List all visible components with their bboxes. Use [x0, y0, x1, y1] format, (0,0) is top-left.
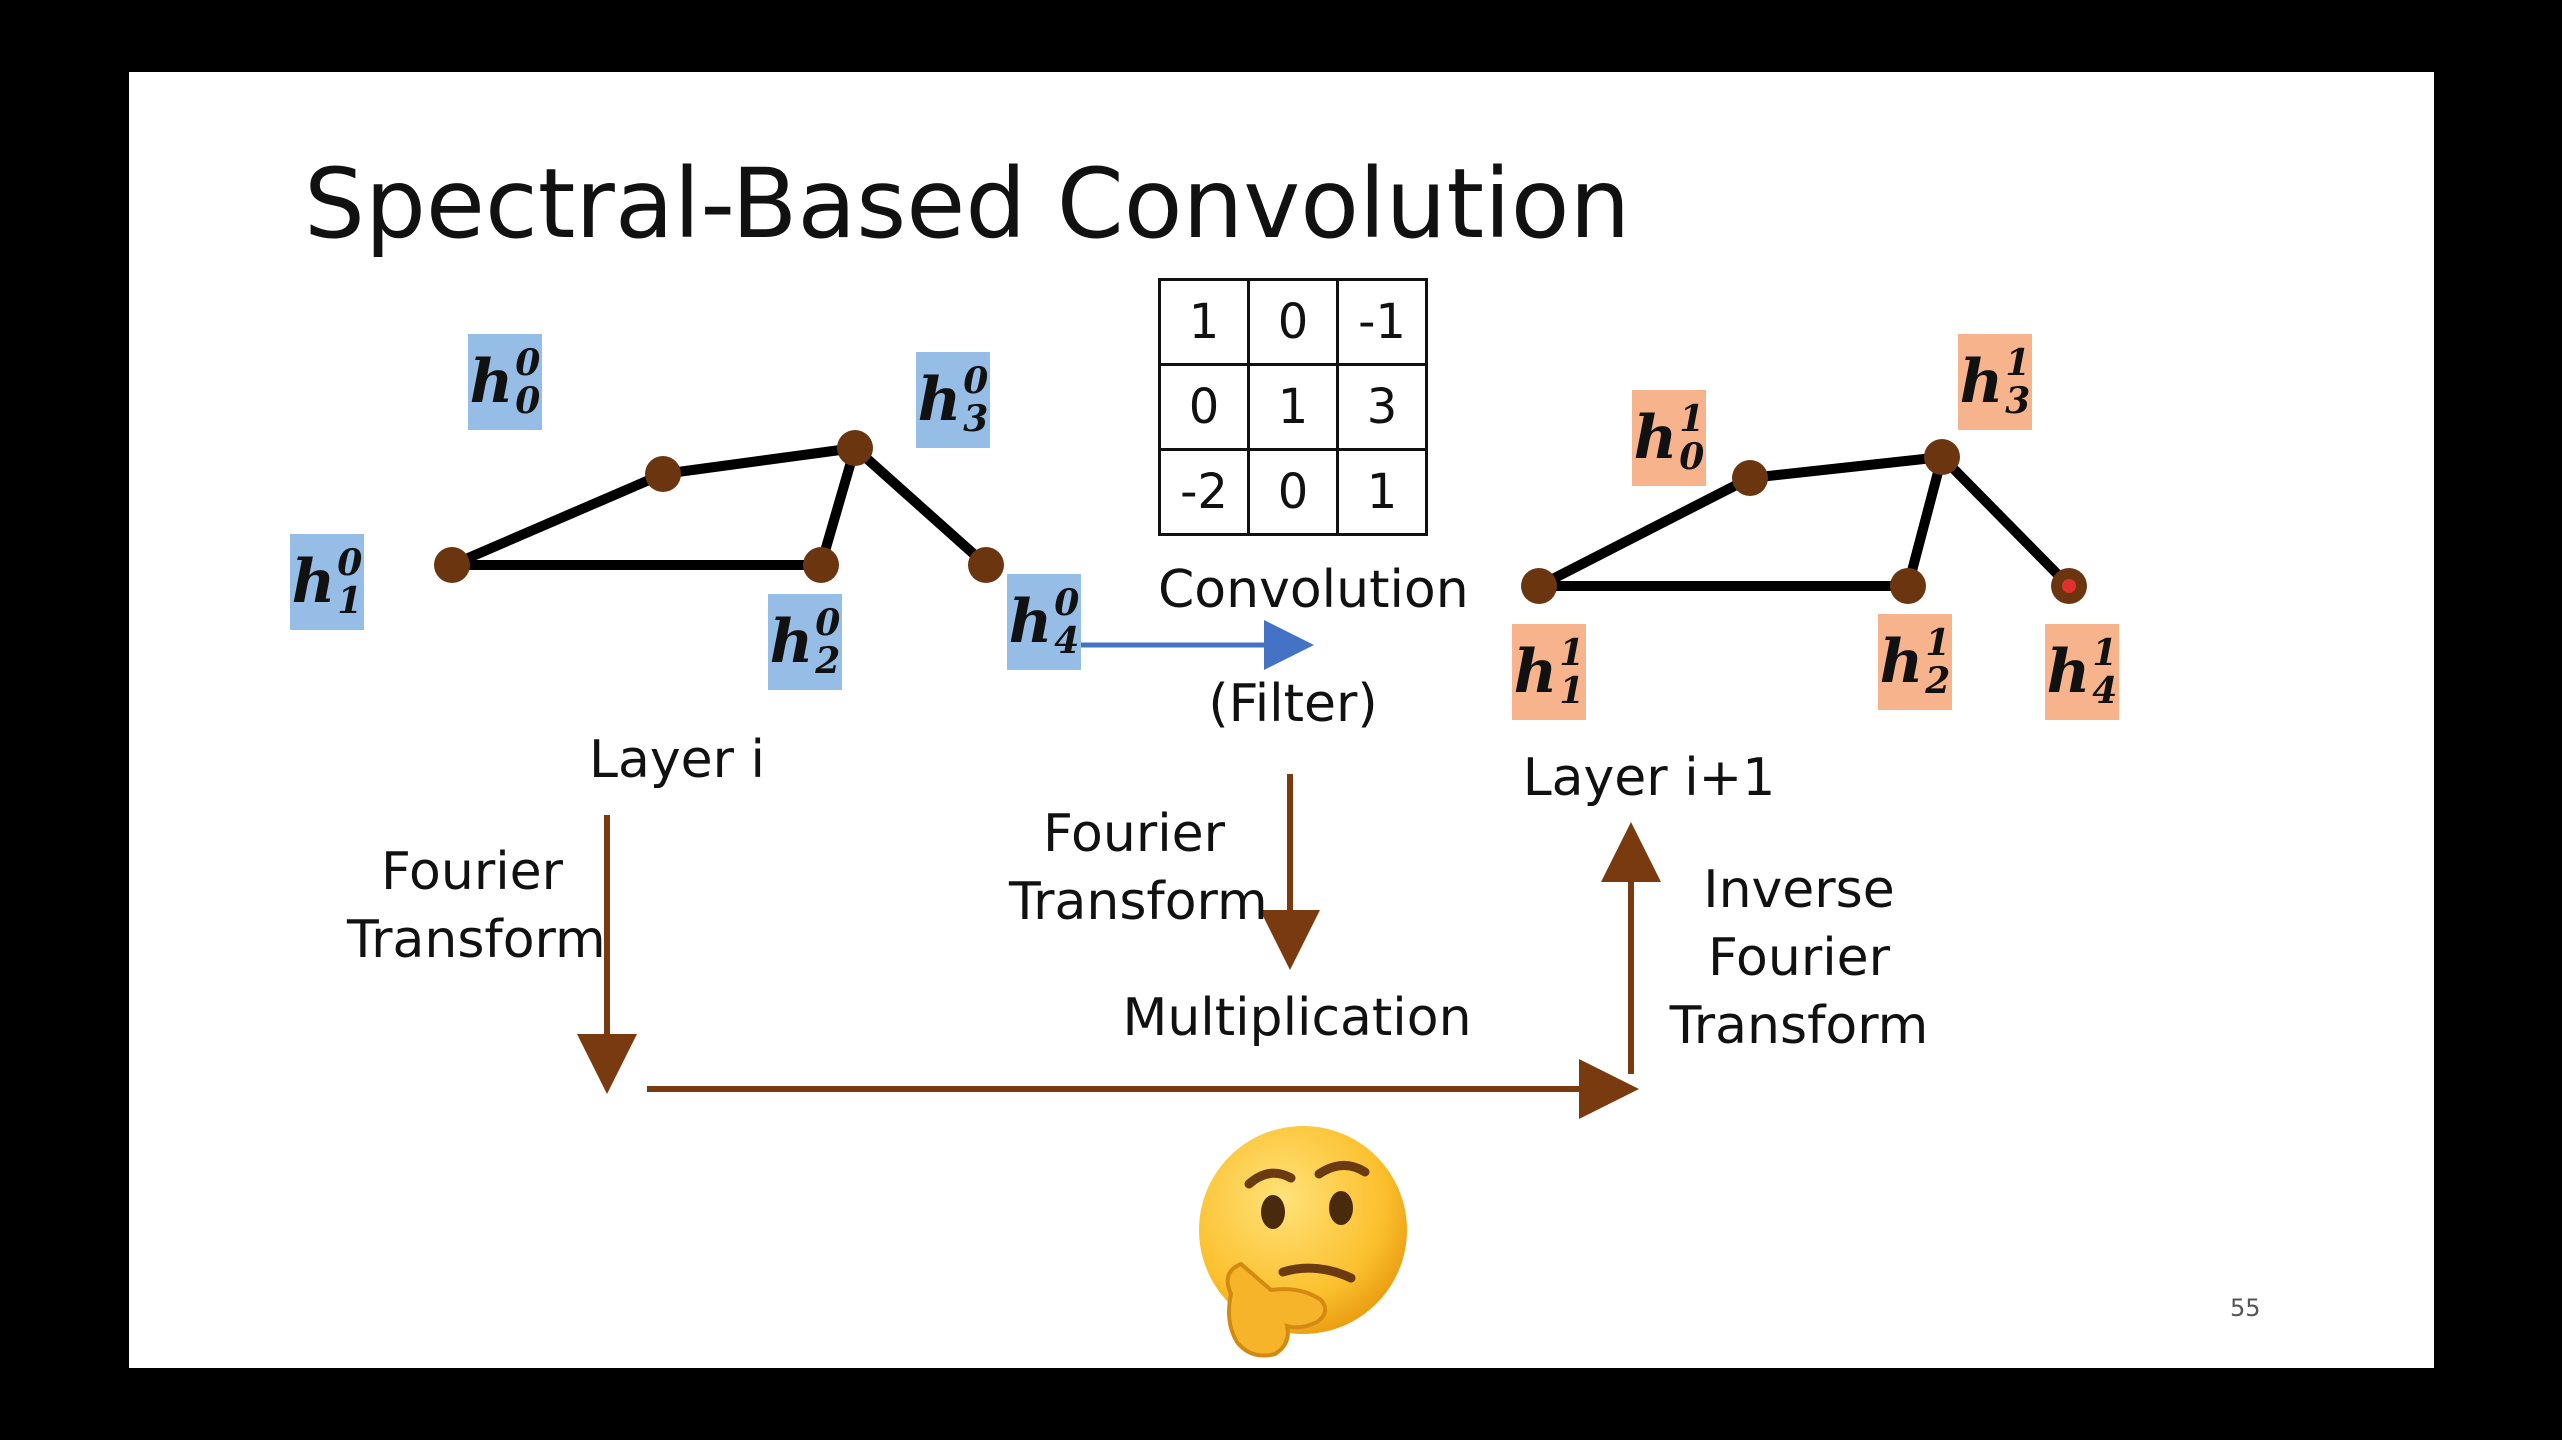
node-in-0 — [645, 456, 681, 492]
matrix-row: -2 0 1 — [1158, 448, 1428, 536]
layer-i-caption: Layer i — [589, 730, 765, 790]
ft-mid-label: Fourier Transform — [1009, 804, 1268, 932]
matrix-cell: 1 — [1158, 278, 1250, 366]
label-h0-2: h 02 — [768, 594, 842, 690]
edge-in-2-3 — [816, 443, 860, 570]
matrix-cell: 0 — [1247, 278, 1339, 366]
node-out-0 — [1732, 460, 1768, 496]
node-in-1 — [434, 547, 470, 583]
graph-out-edges — [1534, 452, 2074, 591]
edge-out-0-3 — [1745, 452, 1947, 483]
matrix-cell: 1 — [1247, 363, 1339, 451]
edge-in-0-3 — [658, 443, 860, 479]
label-h1-4: h 14 — [2045, 624, 2119, 720]
ft-left-label: Fourier Transform — [347, 842, 606, 970]
convolution-label: Convolution — [1158, 560, 1469, 620]
edge-out-1-0 — [1534, 473, 1755, 591]
label-h0-1: h 01 — [290, 534, 364, 630]
edge-in-1-0 — [447, 469, 668, 570]
node-in-4 — [968, 547, 1004, 583]
page-number: 55 — [2230, 1294, 2261, 1322]
multiplication-label: Multiplication — [1122, 988, 1472, 1048]
layer-i1-caption: Layer i+1 — [1522, 748, 1776, 808]
node-in-3 — [837, 430, 873, 466]
inverse-ft-label: Inverse Fourier Transform — [1669, 860, 1929, 1056]
label-h0-0: h 00 — [468, 334, 542, 430]
label-h1-1: h 11 — [1512, 624, 1586, 720]
matrix-cell: -1 — [1336, 278, 1428, 366]
edge-in-3-4 — [850, 443, 991, 570]
matrix-cell: 3 — [1336, 363, 1428, 451]
node-out-3 — [1924, 439, 1960, 475]
label-h0-3: h 03 — [916, 352, 990, 448]
label-h1-0: h 10 — [1632, 390, 1706, 486]
filter-label: (Filter) — [1208, 674, 1378, 734]
edge-out-3-4 — [1937, 452, 2074, 591]
matrix-cell: 1 — [1336, 448, 1428, 536]
thinking-face-icon — [1199, 1126, 1407, 1358]
slide: Spectral-Based Convolution h 00 h 01 h 0… — [129, 72, 2434, 1368]
matrix-cell: 0 — [1158, 363, 1250, 451]
slide-title: Spectral-Based Convolution — [304, 148, 1631, 260]
label-h1-3: h 13 — [1958, 334, 2032, 430]
matrix-cell: 0 — [1247, 448, 1339, 536]
filter-matrix: 1 0 -1 0 1 3 -2 0 1 — [1158, 278, 1428, 536]
matrix-row: 1 0 -1 — [1158, 278, 1428, 366]
cursor-dot — [2062, 579, 2076, 593]
node-in-2 — [803, 547, 839, 583]
node-out-2 — [1890, 568, 1926, 604]
matrix-row: 0 1 3 — [1158, 363, 1428, 451]
node-out-1 — [1521, 568, 1557, 604]
edge-out-2-3 — [1903, 452, 1947, 591]
label-h1-2: h 12 — [1878, 614, 1952, 710]
label-h0-4: h 04 — [1007, 574, 1081, 670]
graph-in-edges — [447, 443, 991, 570]
matrix-cell: -2 — [1158, 448, 1250, 536]
